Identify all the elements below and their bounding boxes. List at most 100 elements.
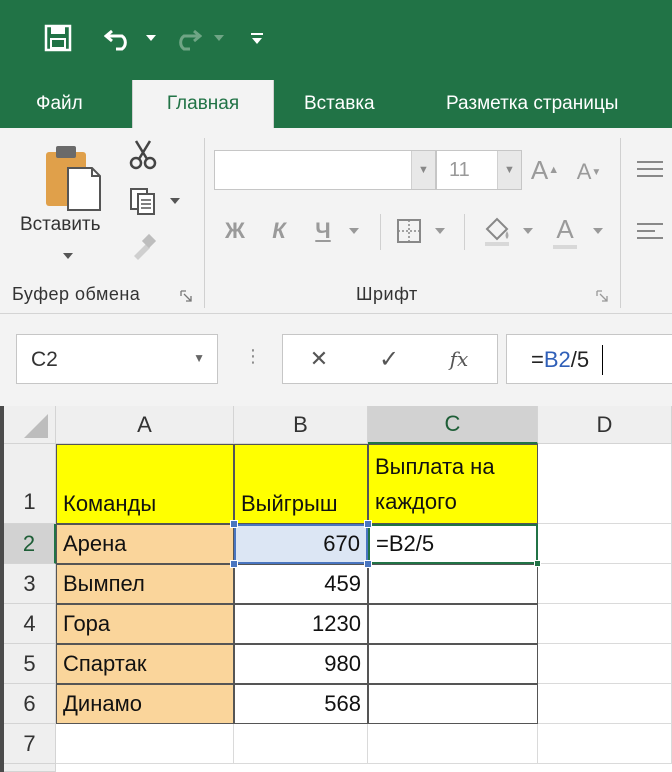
fill-color-icon[interactable] [478,212,516,250]
cell-b2[interactable]: 670 [234,524,368,564]
borders-icon[interactable] [392,214,426,248]
cell-b3[interactable]: 459 [234,564,368,604]
cell-d3[interactable] [538,564,672,604]
cell-b1[interactable]: Выйгрыш [234,444,368,524]
cell-d1[interactable] [538,444,672,524]
ribbon-separator [620,138,621,308]
cell-c2-active[interactable]: =B2/5 [368,524,538,564]
ribbon-separator [204,138,205,308]
font-name-combo[interactable]: ▼ [214,150,436,190]
column-header-b[interactable]: B [234,406,368,444]
fill-handle[interactable] [534,560,541,567]
column-header-c[interactable]: C [368,406,538,444]
cell-a6[interactable]: Динамо [56,684,234,724]
font-name-dropdown-icon[interactable]: ▼ [411,151,435,189]
cell-b6[interactable]: 568 [234,684,368,724]
cell-b7[interactable] [234,724,368,764]
cell-a7[interactable] [56,724,234,764]
grow-font-icon[interactable]: A ▲ [530,152,560,188]
copy-dropdown-icon[interactable] [166,194,184,208]
row-header-3[interactable]: 3 [4,564,56,604]
underline-button[interactable]: Ч [306,214,340,248]
cell-d7[interactable] [538,724,672,764]
ref-handle-bottom-right[interactable] [364,560,372,568]
cell-c6[interactable] [368,684,538,724]
select-all-corner[interactable] [4,406,56,444]
font-color-dropdown-icon[interactable] [590,224,606,238]
cell-c3[interactable] [368,564,538,604]
insert-function-button[interactable]: fx [437,343,481,375]
enter-formula-button[interactable]: ✓ [367,343,411,375]
save-icon[interactable] [44,18,80,58]
ref-handle-top-left[interactable] [230,520,238,528]
ref-handle-top-right[interactable] [364,520,372,528]
fill-color-dropdown-icon[interactable] [520,224,536,238]
row-header-6[interactable]: 6 [4,684,56,724]
undo-dropdown-icon[interactable] [146,18,160,58]
cell-d4[interactable] [538,604,672,644]
cell-a2[interactable]: Арена [56,524,234,564]
cell-b5[interactable]: 980 [234,644,368,684]
name-box-value: C2 [31,348,58,371]
cut-scissors-icon[interactable] [126,138,160,172]
cell-c5[interactable] [368,644,538,684]
align-top-icon[interactable] [632,152,668,186]
shrink-font-icon[interactable]: A ▼ [574,154,604,190]
cell-a3[interactable]: Вымпел [56,564,234,604]
clipboard-group-label: Буфер обмена [12,284,141,304]
redo-icon[interactable] [172,18,208,58]
name-box[interactable]: C2 ▼ [16,334,218,384]
clipboard-dialog-launcher-icon[interactable] [178,288,194,304]
row-header-5[interactable]: 5 [4,644,56,684]
cell-d6[interactable] [538,684,672,724]
ribbon-home: Вставить Буфер обмена ▼ 11 ▼ A ▲ A ▼ Ж К Ч [0,128,672,314]
font-color-icon[interactable]: A [550,212,580,250]
tab-insert[interactable]: Вставка [304,80,375,128]
customize-qat-icon[interactable] [250,18,272,58]
font-size-dropdown-icon[interactable]: ▼ [497,151,521,189]
cell-a1[interactable]: Команды [56,444,234,524]
font-size-value: 11 [449,159,470,181]
cell-b4[interactable]: 1230 [234,604,368,644]
cell-c4[interactable] [368,604,538,644]
font-size-combo[interactable]: 11 ▼ [436,150,522,190]
cell-a5[interactable]: Спартак [56,644,234,684]
row-header-1[interactable]: 1 [4,444,56,524]
tab-page-layout[interactable]: Разметка страницы [446,80,618,128]
formula-bar-resize-handle[interactable]: ⋮ [244,346,262,367]
paste-clipboard-icon[interactable] [36,140,106,214]
align-left-icon[interactable] [632,214,668,248]
row-header-8[interactable] [4,764,56,772]
tab-home[interactable]: Главная [132,80,274,128]
cell-a4[interactable]: Гора [56,604,234,644]
cell-c1[interactable]: Выплата на каждого [368,444,538,524]
column-header-a[interactable]: A [56,406,234,444]
copy-icon[interactable] [126,184,160,218]
cancel-formula-button[interactable]: ✕ [297,343,341,375]
ref-handle-bottom-left[interactable] [230,560,238,568]
row-header-4[interactable]: 4 [4,604,56,644]
cell-c1-line1: Выплата на [375,453,495,479]
formula-input[interactable]: =B2/5 [506,334,672,384]
cell-c7[interactable] [368,724,538,764]
name-box-dropdown-icon[interactable]: ▼ [193,351,205,365]
worksheet-grid[interactable]: A B C D 1 2 3 4 5 6 7 Команды Выйгрыш Вы… [0,406,672,772]
cell-d2[interactable] [538,524,672,564]
row-header-7[interactable]: 7 [4,724,56,764]
paste-button-label[interactable]: Вставить [20,214,101,236]
italic-button[interactable]: К [262,214,296,248]
paste-dropdown-icon[interactable] [58,248,78,264]
tab-file[interactable]: Файл [36,80,83,128]
bold-button[interactable]: Ж [218,214,252,248]
column-header-d[interactable]: D [538,406,672,444]
underline-dropdown-icon[interactable] [346,224,362,238]
ribbon-tabs: Файл Главная Вставка Разметка страницы [0,80,672,128]
ribbon-separator [380,214,381,250]
font-dialog-launcher-icon[interactable] [594,288,610,304]
redo-dropdown-icon[interactable] [214,18,228,58]
undo-icon[interactable] [104,18,140,58]
cell-d5[interactable] [538,644,672,684]
row-header-2[interactable]: 2 [4,524,56,564]
format-painter-icon[interactable] [126,230,160,264]
borders-dropdown-icon[interactable] [432,224,448,238]
